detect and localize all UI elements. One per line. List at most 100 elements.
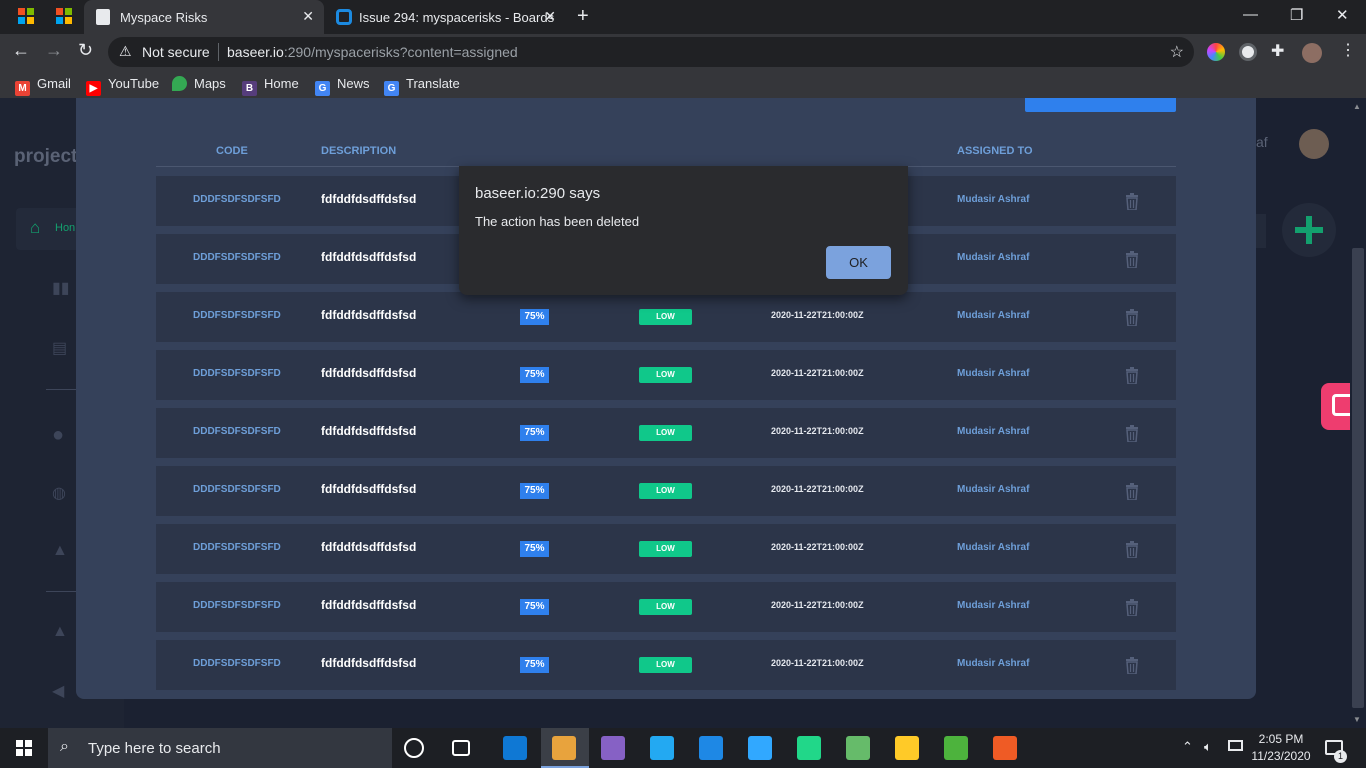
risk-code[interactable]: DDDFSDFSDFSFD xyxy=(193,194,281,205)
trash-icon[interactable] xyxy=(1125,309,1139,326)
windows-logo-icon[interactable] xyxy=(18,8,34,24)
bookmark-gmail[interactable]: M Gmail xyxy=(15,76,71,96)
network-icon[interactable] xyxy=(1228,740,1243,751)
warning-icon[interactable]: ⚠ xyxy=(119,43,132,60)
trash-icon[interactable] xyxy=(1125,425,1139,442)
table-row[interactable]: DDDFSDFSDFSFD fdfddfdsdffdsfsd 75% LOW 2020-… xyxy=(156,640,1176,690)
table-row[interactable]: DDDFSDFSDFSFD fdfddfdsdffdsfsd 75% LOW 2020-… xyxy=(156,408,1176,458)
trash-icon[interactable] xyxy=(1125,657,1139,674)
close-window-icon[interactable]: ✕ xyxy=(1336,6,1349,24)
bookmark-home[interactable]: B Home xyxy=(242,76,299,96)
menu-dots-icon[interactable]: ⋮ xyxy=(1340,40,1356,60)
bookmark-news[interactable]: G News xyxy=(315,76,370,96)
back-icon[interactable]: ← xyxy=(12,40,30,61)
restore-icon[interactable]: ❐ xyxy=(1290,6,1303,24)
trash-icon[interactable] xyxy=(1125,541,1139,558)
scroll-up-icon[interactable]: ▲ xyxy=(1353,102,1361,111)
megaphone-icon[interactable]: ◀ xyxy=(52,681,70,700)
new-tab-icon[interactable]: + xyxy=(577,5,589,28)
page-scrollbar[interactable]: ▲ ▼ xyxy=(1350,98,1366,728)
modal-action-button[interactable] xyxy=(1025,98,1176,112)
chrome-dev-icon[interactable] xyxy=(552,736,576,760)
risk-code[interactable]: DDDFSDFSDFSFD xyxy=(193,484,281,495)
visual-studio-icon[interactable] xyxy=(601,736,625,760)
pycharm-icon[interactable] xyxy=(797,736,821,760)
cortana-icon[interactable] xyxy=(404,738,424,758)
bubbles-icon[interactable]: ● xyxy=(52,424,70,446)
url-text[interactable]: baseer.io:290/myspacerisks?content=assig… xyxy=(227,44,518,60)
user-avatar[interactable] xyxy=(1299,129,1329,159)
risk-code[interactable]: DDDFSDFSDFSFD xyxy=(193,542,281,553)
risk-code[interactable]: DDDFSDFSDFSFD xyxy=(193,426,281,437)
bell-icon[interactable]: ▲ xyxy=(52,623,70,641)
risk-code[interactable]: DDDFSDFSDFSFD xyxy=(193,368,281,379)
profile-avatar[interactable] xyxy=(1302,43,1322,63)
color-extension-icon[interactable] xyxy=(1207,43,1225,61)
volume-icon[interactable]: 🔈︎ xyxy=(1204,739,1212,755)
extensions-puzzle-icon[interactable]: ✚ xyxy=(1271,41,1284,61)
risk-code[interactable]: DDDFSDFSDFSFD xyxy=(193,310,281,321)
minimize-icon[interactable]: — xyxy=(1243,6,1258,23)
reload-icon[interactable]: ↻ xyxy=(78,40,93,61)
tab-myspace-risks[interactable]: Myspace Risks ✕ xyxy=(84,0,324,34)
tab-title: Myspace Risks xyxy=(120,10,208,25)
mail-icon[interactable] xyxy=(503,736,527,760)
task-view-icon[interactable] xyxy=(452,740,470,756)
azure-devops-icon xyxy=(336,9,352,25)
bar-chart-icon[interactable]: ▮▮ xyxy=(52,278,70,297)
start-windows-icon[interactable] xyxy=(16,740,32,756)
app-icon[interactable] xyxy=(699,736,723,760)
windows-logo-icon[interactable] xyxy=(56,8,72,24)
taskbar-search[interactable]: ⌕ Type here to search xyxy=(48,728,392,768)
rocket-icon[interactable]: ▲ xyxy=(52,542,70,560)
risk-description: fdfddfdsdffdsfsd xyxy=(321,308,417,322)
risk-code[interactable]: DDDFSDFSDFSFD xyxy=(193,252,281,263)
taskbar-clock[interactable]: 2:05 PM 11/23/2020 xyxy=(1250,731,1312,765)
trash-icon[interactable] xyxy=(1125,251,1139,268)
document-icon[interactable]: ▤ xyxy=(52,338,70,357)
globe-icon[interactable]: ◍ xyxy=(52,483,70,502)
bookmark-label: Maps xyxy=(194,76,226,91)
add-button[interactable] xyxy=(1282,203,1336,257)
bookmark-star-icon[interactable]: ☆ xyxy=(1170,42,1184,62)
trash-icon[interactable] xyxy=(1125,483,1139,500)
photoshop-icon[interactable] xyxy=(748,736,772,760)
trash-icon[interactable] xyxy=(1125,599,1139,616)
sidebar-item-label: Hon xyxy=(55,222,76,234)
assignee: Mudasir Ashraf xyxy=(957,252,1030,263)
risk-code[interactable]: DDDFSDFSDFSFD xyxy=(193,658,281,669)
trash-icon[interactable] xyxy=(1125,193,1139,210)
tab-issue-294[interactable]: Issue 294: myspacerisks - Boards ✕ xyxy=(326,0,566,34)
table-row[interactable]: DDDFSDFSDFSFD fdfddfdsdffdsfsd 75% LOW 2020-… xyxy=(156,524,1176,574)
assignee: Mudasir Ashraf xyxy=(957,658,1030,669)
table-row[interactable]: DDDFSDFSDFSFD fdfddfdsdffdsfsd 75% LOW 2020-… xyxy=(156,466,1176,516)
table-header: CODE DESCRIPTION ASSIGNED TO xyxy=(156,143,1176,167)
scrollbar-thumb[interactable] xyxy=(1352,248,1364,708)
due-date: 2020-11-22T21:00:00Z xyxy=(771,658,864,668)
bookmark-translate[interactable]: G Translate xyxy=(384,76,460,96)
chevron-up-icon[interactable]: ⌃ xyxy=(1182,739,1193,755)
assignee: Mudasir Ashraf xyxy=(957,426,1030,437)
table-row[interactable]: DDDFSDFSDFSFD fdfddfdsdffdsfsd 75% LOW 2020-… xyxy=(156,292,1176,342)
vscode-icon[interactable] xyxy=(650,736,674,760)
table-row[interactable]: DDDFSDFSDFSFD fdfddfdsdffdsfsd 75% LOW 2020-… xyxy=(156,350,1176,400)
security-label[interactable]: Not secure xyxy=(142,44,210,60)
table-row[interactable]: DDDFSDFSDFSFD fdfddfdsdffdsfsd 75% LOW 2020-… xyxy=(156,582,1176,632)
scroll-down-icon[interactable]: ▼ xyxy=(1353,715,1361,724)
atom-icon[interactable] xyxy=(846,736,870,760)
gauge-extension-icon[interactable] xyxy=(1239,43,1257,61)
close-icon[interactable]: ✕ xyxy=(544,8,556,25)
bookmark-youtube[interactable]: ▶ YouTube xyxy=(86,76,159,96)
risk-code[interactable]: DDDFSDFSDFSFD xyxy=(193,600,281,611)
close-icon[interactable]: ✕ xyxy=(302,8,314,25)
file-explorer-icon[interactable] xyxy=(895,736,919,760)
address-bar[interactable]: ⚠ Not secure baseer.io:290/myspacerisks?… xyxy=(108,37,1194,67)
bookmark-maps[interactable]: Maps xyxy=(172,76,226,91)
trash-icon[interactable] xyxy=(1125,367,1139,384)
progress-badge: 75% xyxy=(520,425,549,441)
mongodb-icon[interactable] xyxy=(944,736,968,760)
postman-icon[interactable] xyxy=(993,736,1017,760)
ok-button[interactable]: OK xyxy=(826,246,891,279)
forward-icon[interactable]: → xyxy=(45,40,63,61)
due-date: 2020-11-22T21:00:00Z xyxy=(771,542,864,552)
